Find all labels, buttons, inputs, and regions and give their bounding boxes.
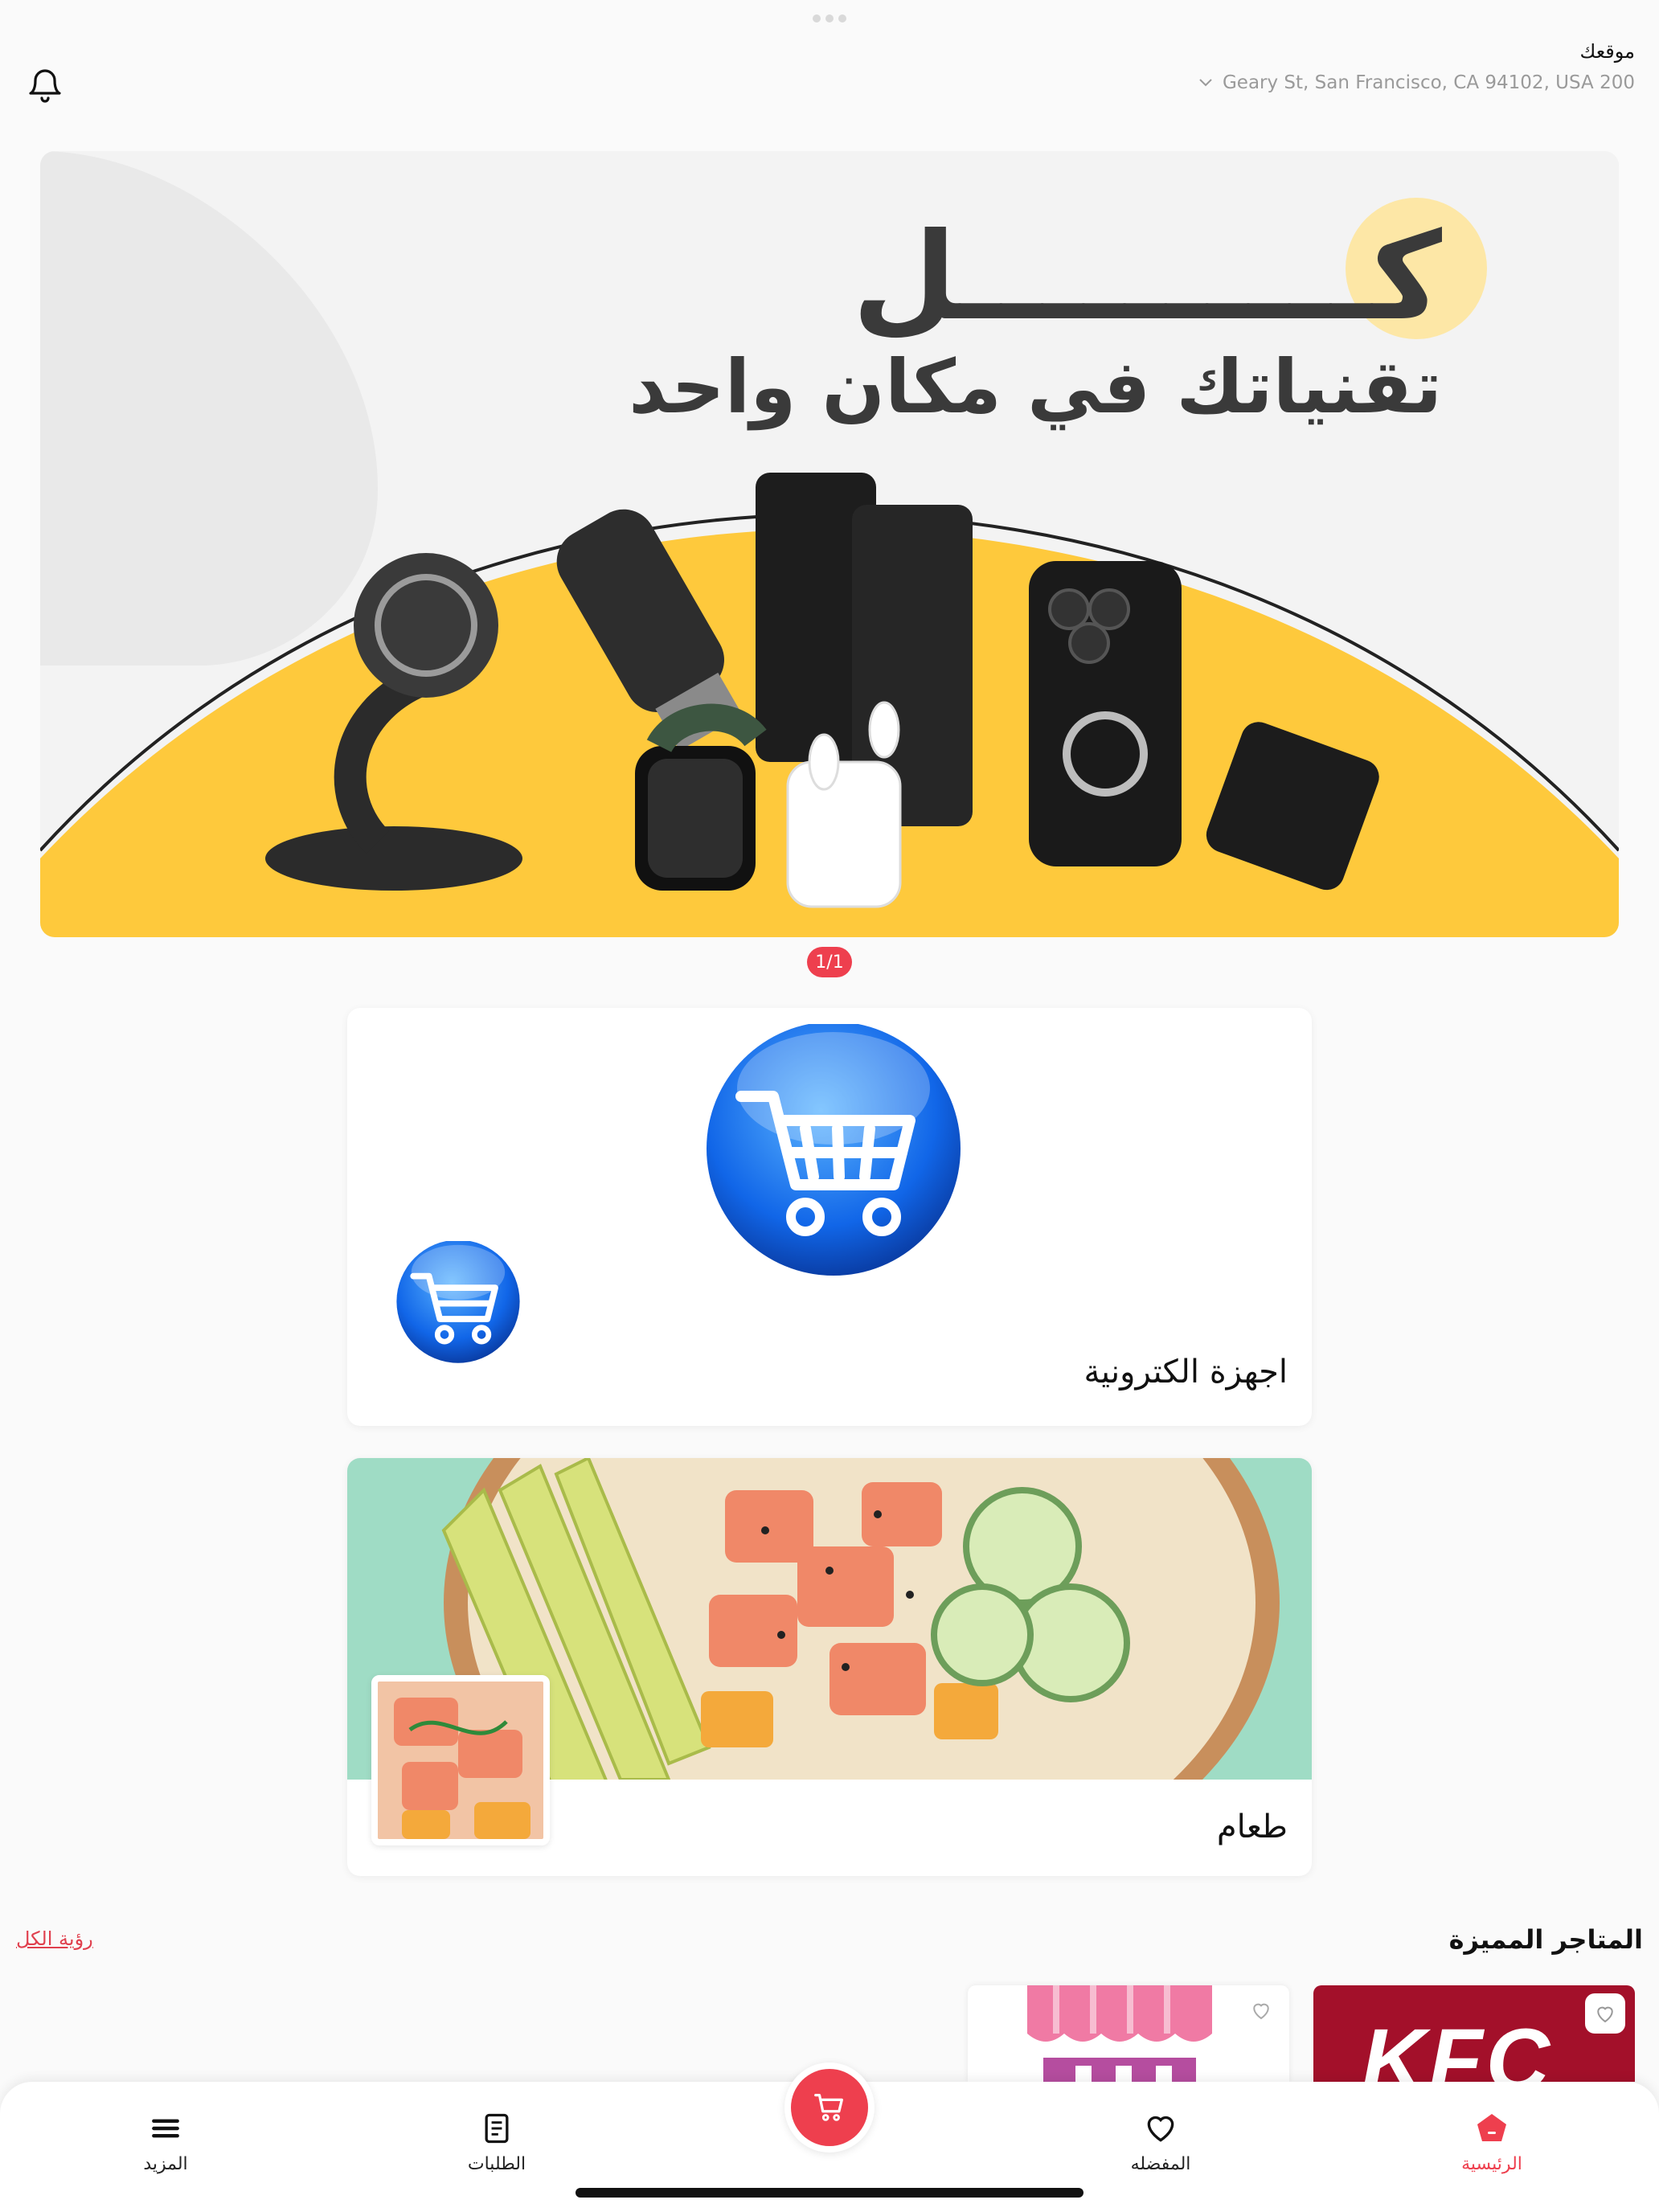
location-selector[interactable]: Geary St, San Francisco, CA 94102, USA 2… xyxy=(1198,72,1635,93)
category-title: طعام xyxy=(1216,1809,1288,1845)
shopping-cart-icon xyxy=(707,1024,961,1276)
shopping-cart-small-icon xyxy=(396,1241,520,1363)
orders-icon xyxy=(485,2113,509,2144)
cart-button[interactable] xyxy=(784,2062,875,2153)
heart-icon[interactable] xyxy=(1585,1993,1625,2034)
menu-icon xyxy=(152,2119,179,2138)
location-address: Geary St, San Francisco, CA 94102, USA 2… xyxy=(1222,72,1635,93)
featured-stores-title: المتاجر المميزة xyxy=(1448,1924,1643,1955)
chevron-down-icon xyxy=(1199,79,1212,87)
heart-icon xyxy=(1147,2116,1174,2142)
see-all-link[interactable]: رؤية الكل xyxy=(16,1927,93,1950)
category-card-electronics[interactable]: اجهزة الكترونية xyxy=(347,1008,1312,1426)
cart-icon xyxy=(814,2094,843,2121)
promo-banner[interactable]: كــــــــــل تقنياتك في مكان واحد xyxy=(40,151,1619,937)
nav-favorites-label: المفضله xyxy=(1130,2154,1191,2174)
store-logo-kfc: KFC xyxy=(1362,2011,1554,2082)
multitask-indicator[interactable] xyxy=(812,14,847,23)
category-title: اجهزة الكترونية xyxy=(1083,1354,1288,1391)
banner-headline-top: كــــــــــل xyxy=(852,207,1442,347)
store-card-kfc[interactable]: KFC xyxy=(1313,1985,1635,2082)
nav-orders[interactable]: الطلبات xyxy=(416,2111,577,2174)
nav-orders-label: الطلبات xyxy=(467,2154,526,2174)
store-awning-icon xyxy=(1027,1985,1212,2082)
nav-favorites[interactable]: المفضله xyxy=(1080,2111,1241,2174)
banner-pager: 1/1 xyxy=(807,947,852,977)
home-indicator[interactable] xyxy=(576,2188,1083,2198)
store-card-generic[interactable] xyxy=(968,1985,1289,2082)
heart-icon[interactable] xyxy=(1241,1990,1281,2030)
location-label: موقعك xyxy=(1579,40,1635,63)
nav-home-label: الرئيسية xyxy=(1461,2154,1522,2174)
nav-home[interactable]: الرئيسية xyxy=(1411,2111,1572,2174)
nav-more[interactable]: المزيد xyxy=(85,2111,246,2174)
home-icon xyxy=(1477,2114,1506,2141)
banner-headline: تقنياتك في مكان واحد xyxy=(629,344,1442,430)
bell-icon[interactable] xyxy=(26,64,64,106)
nav-more-label: المزيد xyxy=(143,2154,188,2174)
food-thumbnail xyxy=(371,1675,550,1845)
category-card-food[interactable]: طعام xyxy=(347,1458,1312,1876)
